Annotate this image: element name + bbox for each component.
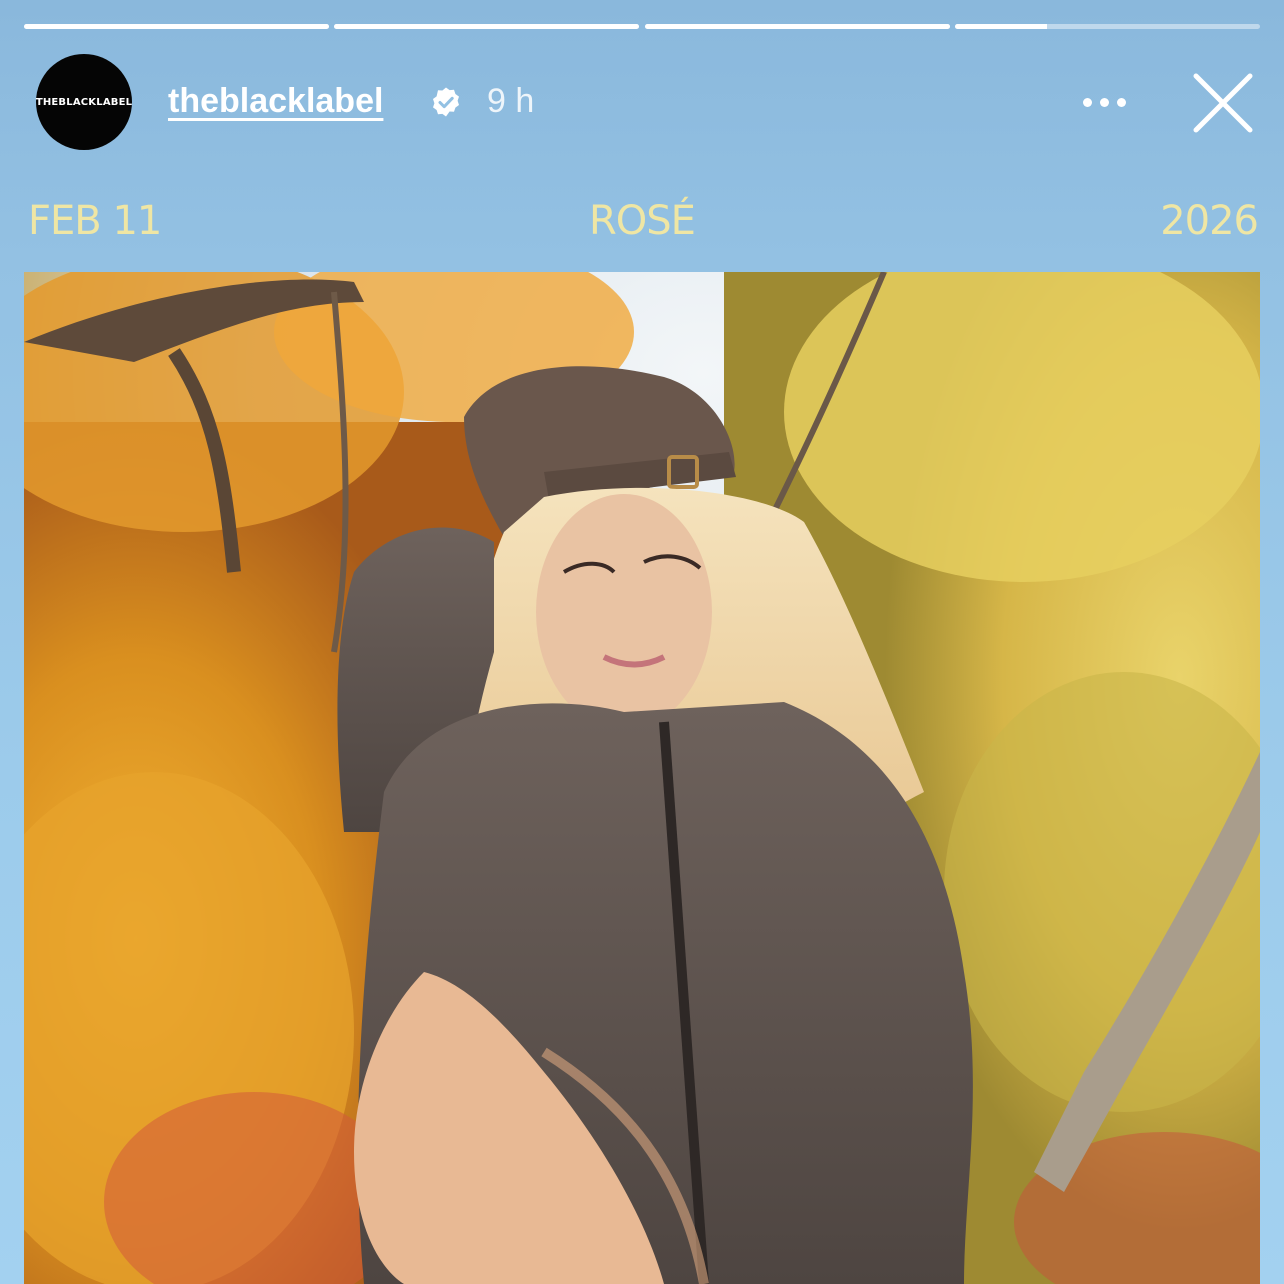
story-progress-bar bbox=[0, 0, 1284, 60]
avatar-logo-text: THEBLACKLABEL bbox=[35, 96, 133, 108]
username-link[interactable]: theblacklabel bbox=[168, 82, 383, 121]
photo-illustration bbox=[24, 272, 1260, 1284]
story-progress-segment bbox=[24, 24, 329, 29]
post-time: 9 h bbox=[487, 82, 535, 120]
avatar[interactable]: THEBLACKLABEL bbox=[36, 54, 132, 150]
caption-name: ROSÉ bbox=[589, 198, 696, 244]
post-caption: FEB 11 ROSÉ 2026 bbox=[0, 198, 1284, 254]
story-header: THEBLACKLABEL theblacklabel 9 h bbox=[0, 52, 1284, 152]
story-progress-segment bbox=[645, 24, 950, 29]
story-progress-segment bbox=[334, 24, 639, 29]
caption-year: 2026 bbox=[1160, 198, 1259, 244]
verified-badge-icon bbox=[433, 87, 459, 117]
story-photo[interactable] bbox=[24, 272, 1260, 1284]
story-progress-segment bbox=[955, 24, 1260, 29]
close-icon[interactable] bbox=[1190, 70, 1256, 136]
more-options-icon[interactable] bbox=[1074, 80, 1134, 124]
